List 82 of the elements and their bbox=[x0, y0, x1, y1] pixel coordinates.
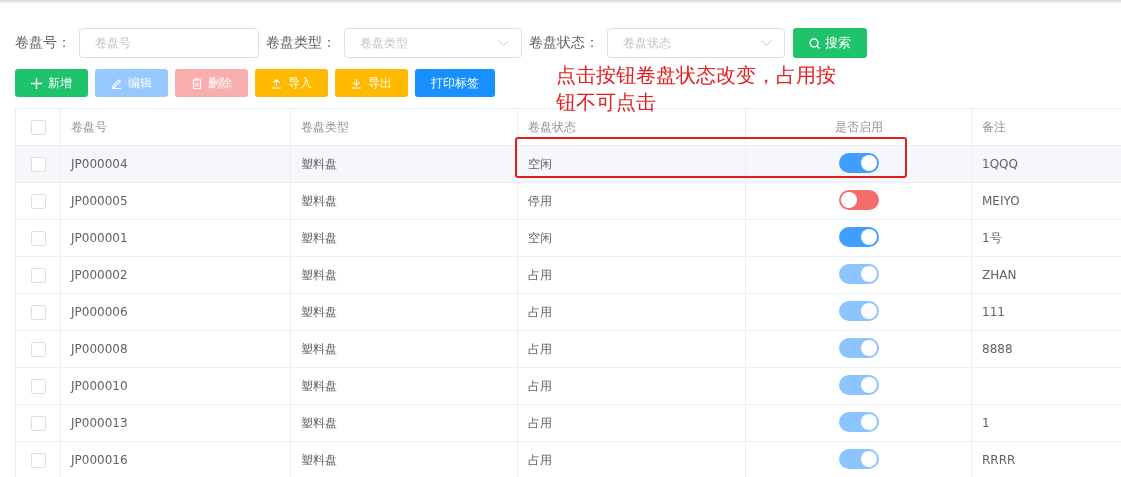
column-header: 备注 bbox=[982, 118, 1006, 136]
table-row[interactable]: JP000004 塑料盘 空闲 1QQQ bbox=[15, 145, 1121, 183]
table-cell: JP000001 bbox=[71, 231, 128, 245]
checkbox[interactable] bbox=[30, 193, 46, 209]
toggle-switch[interactable] bbox=[838, 226, 879, 247]
filter-label: 卷盘号： bbox=[15, 34, 71, 52]
table-cell: 塑料盘 bbox=[301, 266, 337, 284]
table-cell: 塑料盘 bbox=[301, 229, 337, 247]
column-header: 卷盘号 bbox=[71, 118, 107, 136]
table-cell: 塑料盘 bbox=[301, 303, 337, 321]
checkbox[interactable] bbox=[30, 156, 46, 172]
table-row[interactable]: JP000002 塑料盘 占用 ZHAN bbox=[15, 256, 1121, 294]
table-cell: 占用 bbox=[528, 377, 552, 395]
filter-label: 卷盘类型： bbox=[266, 34, 336, 52]
checkbox[interactable] bbox=[30, 341, 46, 357]
table-row[interactable]: JP000008 塑料盘 占用 8888 bbox=[15, 330, 1121, 368]
table-cell: MEIYO bbox=[982, 194, 1020, 208]
table-cell: 8888 bbox=[982, 342, 1013, 356]
annotation-note: 点击按钮卷盘状态改变，占用按钮不可点击 bbox=[556, 63, 837, 116]
table-cell: JP000010 bbox=[71, 379, 128, 393]
search-button[interactable]: 搜索 bbox=[793, 28, 867, 58]
table-cell: JP000013 bbox=[71, 416, 128, 430]
column-header: 是否启用 bbox=[834, 118, 883, 136]
filter-label: 卷盘状态： bbox=[529, 34, 599, 52]
table-cell: 塑料盘 bbox=[301, 340, 337, 358]
checkbox[interactable] bbox=[30, 119, 46, 135]
table-cell: 1 bbox=[982, 416, 990, 430]
toggle-switch[interactable] bbox=[838, 189, 879, 210]
input-field[interactable]: 卷盘号 bbox=[79, 28, 259, 58]
column-header: 卷盘类型 bbox=[301, 118, 349, 136]
table-cell: JP000016 bbox=[71, 453, 128, 467]
table-cell: JP000005 bbox=[71, 194, 128, 208]
select-field[interactable]: 卷盘类型 bbox=[344, 28, 522, 58]
table-cell: 塑料盘 bbox=[301, 192, 337, 210]
table-cell: 停用 bbox=[528, 192, 552, 210]
table-row[interactable]: JP000006 塑料盘 占用 111 bbox=[15, 293, 1121, 331]
table-cell: 占用 bbox=[528, 451, 552, 469]
checkbox[interactable] bbox=[30, 230, 46, 246]
table-row[interactable]: JP000010 塑料盘 占用 bbox=[15, 367, 1121, 405]
export-button[interactable]: 导出 bbox=[335, 69, 408, 97]
checkbox[interactable] bbox=[30, 415, 46, 431]
import-button[interactable]: 导入 bbox=[255, 69, 328, 97]
table-cell: 空闲 bbox=[528, 155, 552, 173]
table-row[interactable]: JP000001 塑料盘 空闲 1号 bbox=[15, 219, 1121, 257]
table-cell: 塑料盘 bbox=[301, 155, 337, 173]
select-field[interactable]: 卷盘状态 bbox=[607, 28, 785, 58]
table-cell: RRRR bbox=[982, 453, 1016, 467]
table-cell: 占用 bbox=[528, 303, 552, 321]
table-cell: 塑料盘 bbox=[301, 377, 337, 395]
table-cell: 1QQQ bbox=[982, 157, 1018, 171]
table-row[interactable]: JP000013 塑料盘 占用 1 bbox=[15, 404, 1121, 442]
table-cell: 占用 bbox=[528, 414, 552, 432]
table-cell: JP000002 bbox=[71, 268, 128, 282]
table-cell: JP000008 bbox=[71, 342, 128, 356]
table-cell: 塑料盘 bbox=[301, 414, 337, 432]
table-cell: 1号 bbox=[982, 229, 1002, 247]
table-cell: JP000004 bbox=[71, 157, 128, 171]
plus-icon bbox=[31, 77, 42, 89]
table-cell: 占用 bbox=[528, 340, 552, 358]
search-icon bbox=[809, 37, 820, 49]
table-cell: 塑料盘 bbox=[301, 451, 337, 469]
checkbox[interactable] bbox=[30, 304, 46, 320]
table-row[interactable]: JP000016 塑料盘 占用 RRRR bbox=[15, 441, 1121, 477]
table-cell: ZHAN bbox=[982, 268, 1017, 282]
toggle-switch[interactable] bbox=[838, 152, 879, 173]
table-row[interactable]: JP000005 塑料盘 停用 MEIYO bbox=[15, 182, 1121, 220]
pencil-icon bbox=[111, 77, 122, 89]
add-button[interactable]: 新增 bbox=[15, 69, 88, 97]
chevron-down-icon bbox=[761, 40, 772, 46]
print-label-button[interactable]: 打印标签 bbox=[415, 69, 495, 97]
table-cell: JP000006 bbox=[71, 305, 128, 319]
chevron-down-icon bbox=[498, 40, 509, 46]
download-icon bbox=[351, 77, 362, 89]
checkbox[interactable] bbox=[30, 267, 46, 283]
table-cell: 111 bbox=[982, 305, 1005, 319]
table-cell: 占用 bbox=[528, 266, 552, 284]
table-cell: 空闲 bbox=[528, 229, 552, 247]
upload-icon bbox=[271, 77, 282, 89]
trash-icon bbox=[191, 77, 202, 89]
checkbox[interactable] bbox=[30, 452, 46, 468]
column-header: 卷盘状态 bbox=[528, 118, 576, 136]
checkbox[interactable] bbox=[30, 378, 46, 394]
